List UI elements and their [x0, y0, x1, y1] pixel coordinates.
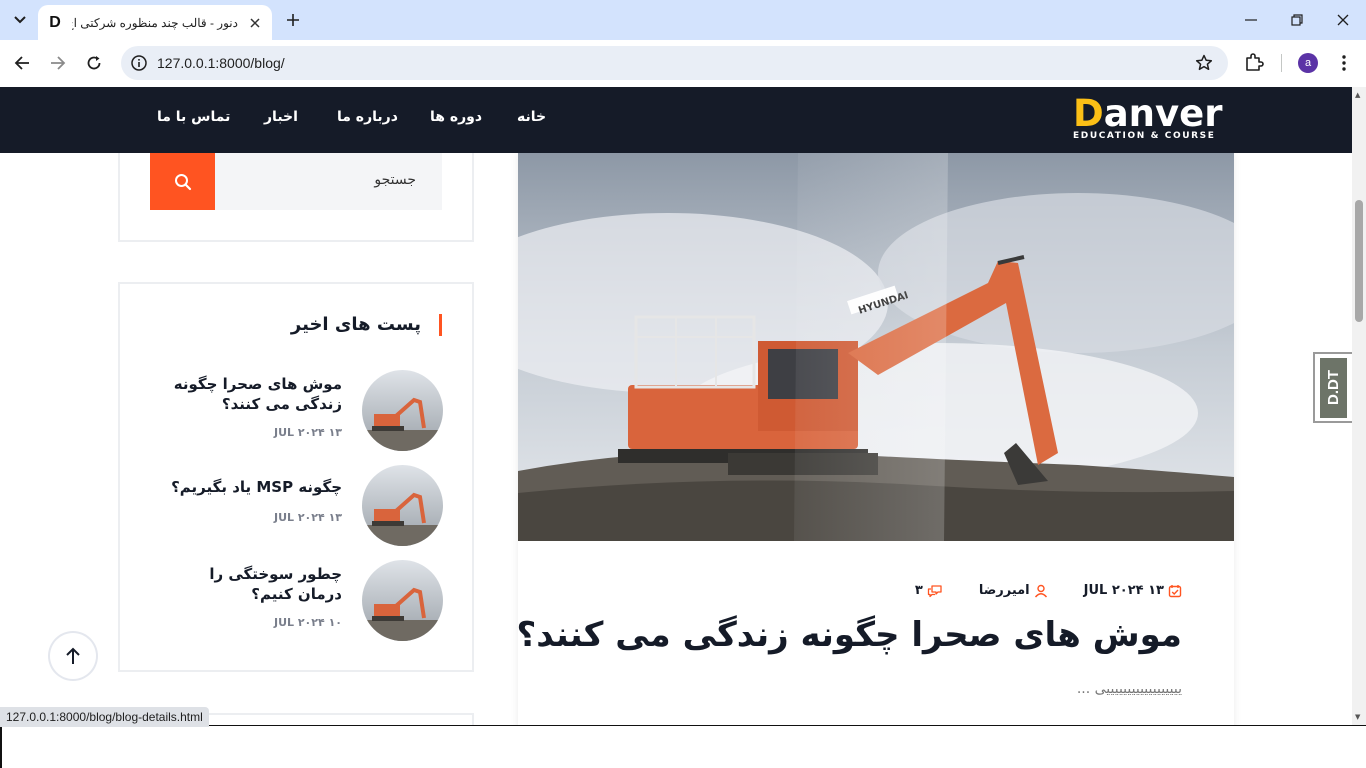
recent-post-thumbnail[interactable] — [362, 560, 443, 641]
post-date: ۱۳ JUL ۲۰۲۴ — [1083, 583, 1164, 598]
browser-menu-kebab-icon[interactable] — [1334, 51, 1354, 75]
post-date-item: ۱۳ JUL ۲۰۲۴ — [1084, 583, 1182, 598]
nav-link-contact[interactable]: تماس با ما — [157, 109, 230, 125]
extensions-puzzle-icon[interactable] — [1243, 51, 1265, 73]
calendar-icon — [1168, 584, 1182, 597]
recent-post-thumbnail[interactable] — [362, 465, 443, 546]
profile-avatar[interactable]: a — [1298, 53, 1318, 73]
browser-tab-bar: D دنور - قالب چند منظوره شرکتی اچ — [0, 0, 1366, 40]
restore-icon[interactable] — [1274, 0, 1320, 40]
page-viewport: Danver EDUCATION & COURSE خانه دوره ها د… — [0, 87, 1352, 725]
recent-post-thumbnail[interactable] — [362, 370, 443, 451]
post-comment-count[interactable]: ۳ — [915, 583, 923, 598]
side-floating-badge[interactable]: D.DT — [1313, 352, 1352, 423]
address-bar[interactable]: 127.0.0.1:8000/blog/ — [121, 46, 1228, 80]
new-tab-plus-icon[interactable] — [281, 8, 305, 32]
tab-close-icon[interactable] — [246, 14, 264, 32]
window-left-edge — [0, 725, 2, 768]
blog-post-card: HYUNDAI ۱۳ JUL ۲۰۲۴ امیررضا ۳ موش های صح… — [517, 153, 1234, 725]
recent-post-date: ۱۰ JUL ۲۰۲۴ — [273, 616, 342, 629]
post-featured-image[interactable]: HYUNDAI — [518, 153, 1234, 541]
recent-posts-heading: پست های اخیر — [291, 314, 442, 336]
recent-post-title[interactable]: چطور سوختگی را درمان کنیم؟ — [162, 564, 342, 604]
page-scrollbar[interactable]: ▲ ▼ — [1352, 87, 1366, 725]
toolbar-divider — [1281, 54, 1282, 72]
minimize-icon[interactable] — [1228, 0, 1274, 40]
close-window-icon[interactable] — [1320, 0, 1366, 40]
back-to-top-button[interactable] — [50, 633, 96, 679]
url-text[interactable]: 127.0.0.1:8000/blog/ — [157, 55, 285, 71]
nav-link-home[interactable]: خانه — [517, 109, 546, 125]
recent-post-title[interactable]: چگونه MSP یاد بگیریم؟ — [162, 477, 342, 497]
status-bar-url: 127.0.0.1:8000/blog/blog-details.html — [0, 707, 209, 727]
comments-icon — [927, 584, 942, 597]
search-icon — [174, 173, 191, 190]
post-comments-item[interactable]: ۳ — [915, 583, 943, 598]
logo-d-letter: D — [1073, 92, 1104, 135]
recent-post-title[interactable]: موش های صحرا چگونه زندگی می کنند؟ — [162, 374, 342, 414]
reload-icon[interactable] — [80, 49, 108, 77]
browser-tab-active[interactable]: D دنور - قالب چند منظوره شرکتی اچ — [38, 5, 272, 40]
scrollbar-thumb[interactable] — [1355, 200, 1363, 322]
arrow-up-icon — [66, 647, 80, 664]
tab-title: دنور - قالب چند منظوره شرکتی اچ — [72, 15, 238, 30]
site-header: Danver EDUCATION & COURSE خانه دوره ها د… — [0, 87, 1352, 153]
site-logo[interactable]: Danver EDUCATION & COURSE — [1073, 95, 1235, 145]
site-info-icon[interactable] — [129, 53, 149, 73]
side-badge-label: D.DT — [1325, 370, 1342, 405]
logo-wordmark: anver — [1103, 92, 1223, 135]
recent-post-date: ۱۳ JUL ۲۰۲۴ — [273, 426, 342, 439]
recent-post-item[interactable]: چگونه MSP یاد بگیریم؟ ۱۳ JUL ۲۰۲۴ — [120, 465, 472, 547]
forward-arrow-icon[interactable] — [44, 49, 72, 77]
post-author[interactable]: امیررضا — [979, 583, 1030, 598]
browser-toolbar: 127.0.0.1:8000/blog/ a — [0, 40, 1366, 86]
nav-link-news[interactable]: اخبار — [264, 109, 298, 125]
recent-posts-widget: پست های اخیر موش های صحرا چگونه زندگی می… — [118, 282, 474, 672]
post-meta: ۱۳ JUL ۲۰۲۴ امیررضا ۳ — [915, 583, 1182, 598]
nav-link-courses[interactable]: دوره ها — [430, 109, 482, 125]
post-title[interactable]: موش های صحرا چگونه زندگی می کنند؟ — [517, 615, 1182, 655]
back-arrow-icon[interactable] — [8, 49, 36, 77]
post-author-item[interactable]: امیررضا — [979, 583, 1048, 598]
site-favicon-icon: D — [49, 13, 61, 31]
scroll-down-arrow-icon[interactable]: ▼ — [1355, 713, 1360, 721]
bookmark-star-icon[interactable] — [1194, 53, 1214, 73]
recent-post-item[interactable]: موش های صحرا چگونه زندگی می کنند؟ ۱۳ JUL… — [120, 370, 472, 452]
logo-tagline: EDUCATION & COURSE — [1073, 131, 1216, 141]
user-icon — [1034, 584, 1047, 597]
post-excerpt: ییییییییییییییییییی ... — [1076, 681, 1182, 697]
search-button[interactable] — [150, 153, 215, 210]
tab-search-chevron-icon[interactable] — [6, 6, 34, 34]
search-placeholder: جستجو — [374, 172, 416, 188]
nav-link-about[interactable]: درباره ما — [337, 109, 398, 125]
scroll-up-arrow-icon[interactable]: ▲ — [1355, 91, 1360, 99]
recent-post-date: ۱۳ JUL ۲۰۲۴ — [273, 511, 342, 524]
recent-post-item[interactable]: چطور سوختگی را درمان کنیم؟ ۱۰ JUL ۲۰۲۴ — [120, 560, 472, 642]
